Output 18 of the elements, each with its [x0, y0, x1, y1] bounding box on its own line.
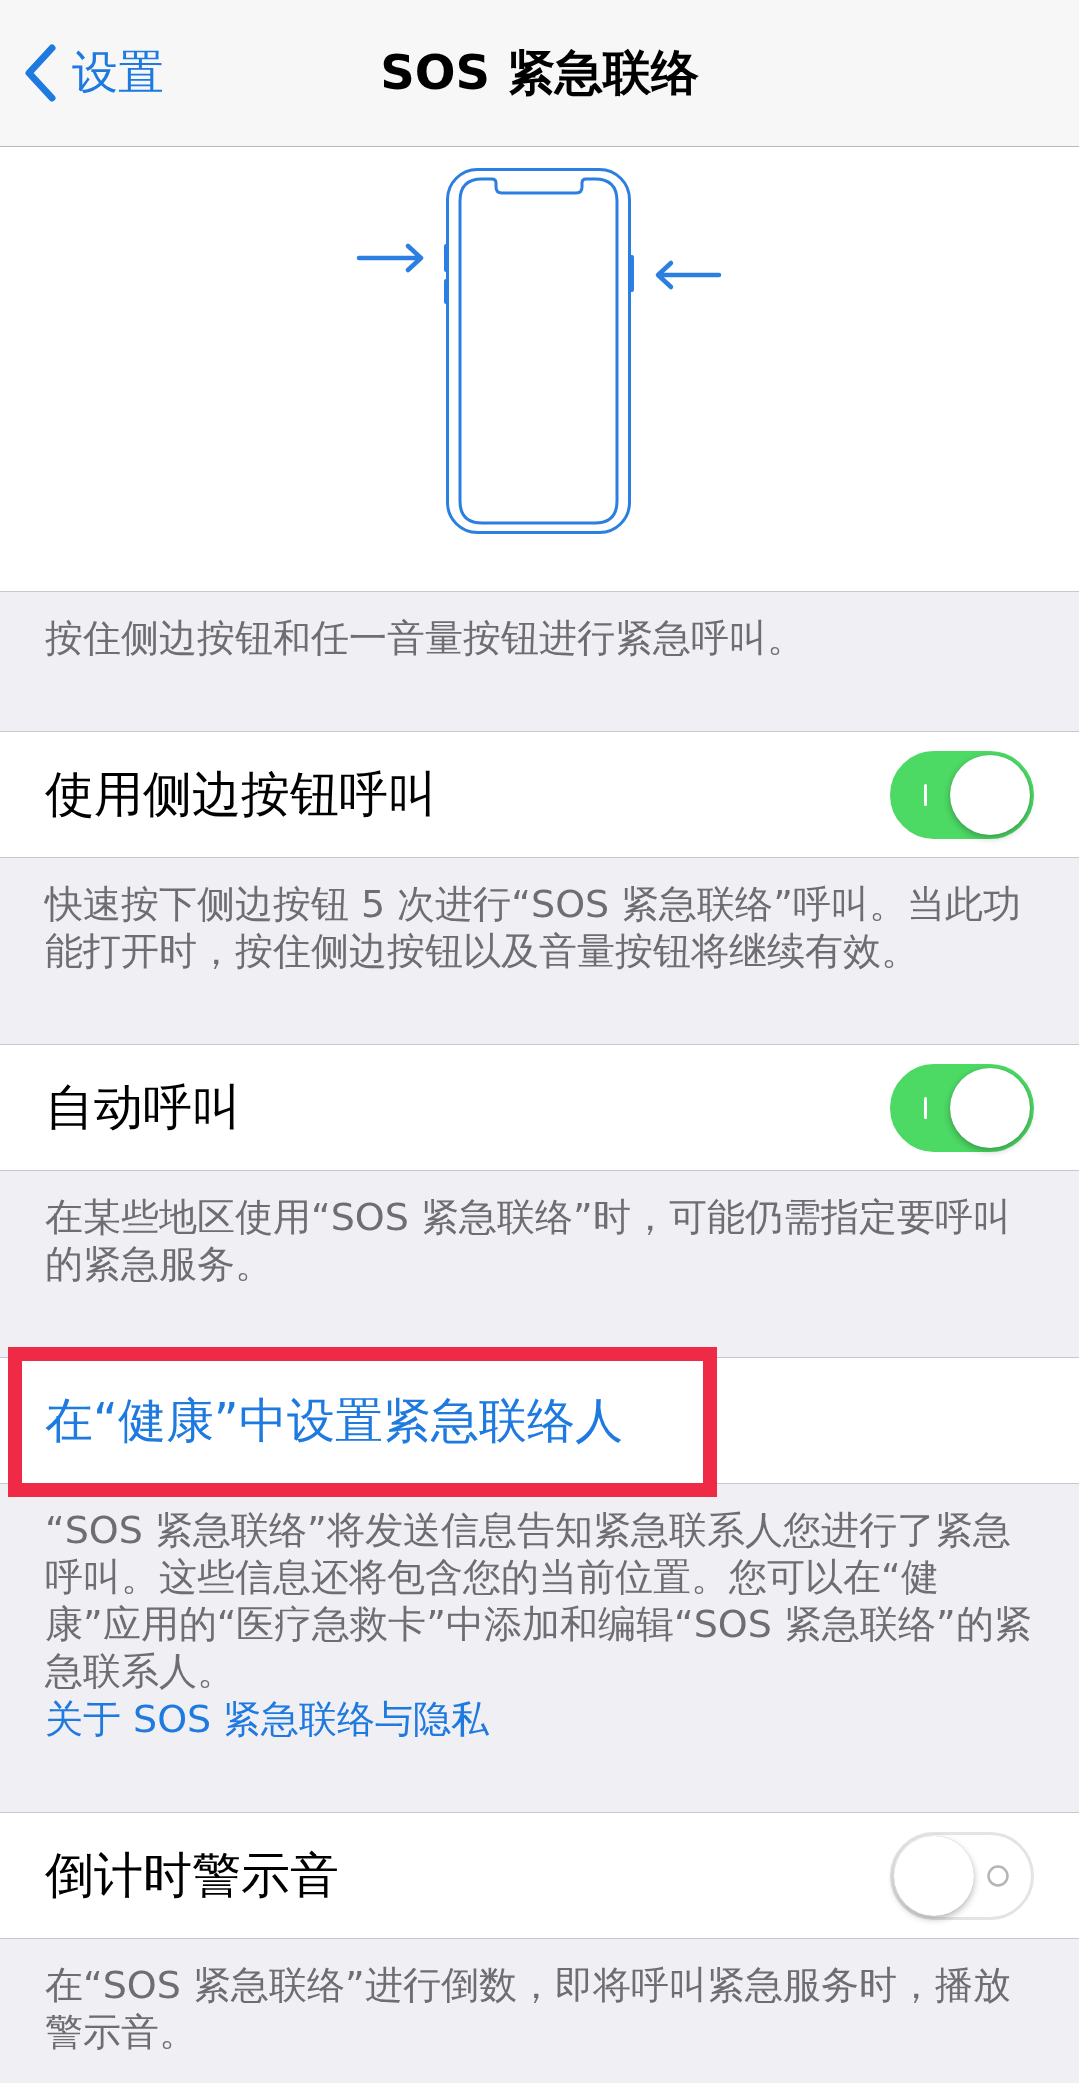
row-label: 倒计时警示音	[45, 1845, 339, 1906]
row-label: 使用侧边按钮呼叫	[45, 764, 437, 825]
back-chevron-icon	[22, 43, 58, 103]
left-pointing-arrow	[655, 260, 721, 290]
footnote-text: 快速按下侧边按钮 5 次进行“SOS 紧急联络”呼叫。当此功能打开时，按住侧边按钮以及音量按钮将继续有效。	[45, 881, 1022, 975]
line-icon	[924, 783, 927, 806]
back-button[interactable]: 设置	[22, 43, 164, 103]
right-pointing-arrow	[356, 243, 423, 273]
ring-icon	[987, 1864, 1009, 1887]
footnote-text: 在“SOS 紧急联络”进行倒数，即将呼叫紧急服务时，播放警示音。	[45, 1962, 1012, 2056]
nav-title: SOS 紧急联络	[380, 43, 699, 102]
privacy-link[interactable]: 关于 SOS 紧急联络与隐私	[45, 1695, 490, 1743]
footnote-text: “SOS 紧急联络”将发送信息告知紧急联系人您进行了紧急呼叫。这些信息还将包含您的当前位置。您可以在“健康”应用的“医疗急救卡”中添加和编辑“SOS 紧急联络”的紧急联系人。	[45, 1507, 1033, 1695]
footnote-text: 按住侧边按钮和任一音量按钮进行紧急呼叫。	[45, 615, 806, 662]
line-icon	[924, 1096, 927, 1119]
row-link[interactable]: 在“健康”中设置紧急联络人	[45, 1388, 623, 1453]
row-label: 自动呼叫	[45, 1077, 241, 1138]
footnote-text: 在某些地区使用“SOS 紧急联络”时，可能仍需指定要呼叫的紧急服务。	[45, 1194, 1012, 1288]
